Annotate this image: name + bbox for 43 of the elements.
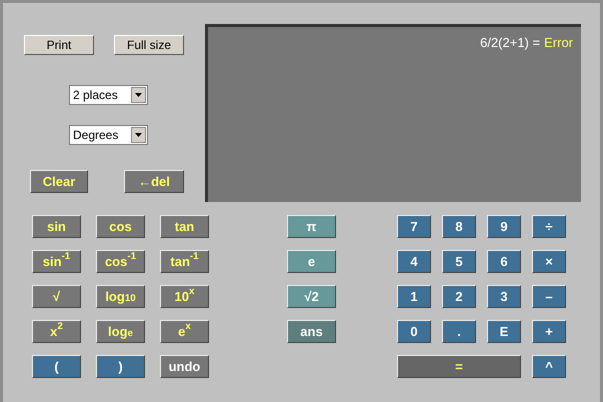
calculator-key[interactable]: ^: [532, 355, 566, 378]
calculator-key[interactable]: cos$^{-1}$: [96, 250, 145, 273]
calculator-key[interactable]: 6: [487, 250, 521, 273]
calculator-key[interactable]: 1: [397, 285, 431, 308]
toolbar-button[interactable]: Print: [24, 35, 94, 55]
result-text: Error: [544, 34, 573, 52]
calculator-key[interactable]: ): [96, 355, 145, 378]
calculator-key[interactable]: undo: [160, 355, 209, 378]
calculator-key[interactable]: tan: [160, 215, 209, 238]
calculator-key[interactable]: sin: [32, 215, 81, 238]
calculator-key[interactable]: .: [442, 320, 476, 343]
calculator-key[interactable]: √: [32, 285, 81, 308]
calculator-key[interactable]: e: [287, 250, 336, 273]
calculator-key[interactable]: 3: [487, 285, 521, 308]
calculator-key[interactable]: π: [287, 215, 336, 238]
calculator-key[interactable]: 2: [442, 285, 476, 308]
calculator-key[interactable]: x$^{2}$: [32, 320, 81, 343]
calculator-key[interactable]: tan$^{-1}$: [160, 250, 209, 273]
calculator-key[interactable]: =: [397, 355, 521, 378]
calculator-key[interactable]: e$^{x}$: [160, 320, 209, 343]
edit-button[interactable]: ←del: [124, 170, 184, 193]
calculator-key[interactable]: –: [532, 285, 566, 308]
calculator-key[interactable]: 7: [397, 215, 431, 238]
dropdown-field[interactable]: 2 places: [69, 85, 148, 105]
calculator-key[interactable]: cos: [96, 215, 145, 238]
calculator-key[interactable]: 10$^{x}$: [160, 285, 209, 308]
edit-button[interactable]: Clear: [30, 170, 88, 193]
calculator-key[interactable]: +: [532, 320, 566, 343]
expression-text: 6/2(2+1) =: [480, 34, 540, 52]
dropdown-field[interactable]: Degrees: [69, 125, 148, 145]
calculator-key[interactable]: √2: [287, 285, 336, 308]
calculator-key[interactable]: E: [487, 320, 521, 343]
calculator-key[interactable]: 8: [442, 215, 476, 238]
calculator-key[interactable]: sin$^{-1}$: [32, 250, 81, 273]
calculator-key[interactable]: ÷: [532, 215, 566, 238]
calculator-key[interactable]: 9: [487, 215, 521, 238]
calculator-key[interactable]: ans: [287, 320, 336, 343]
calculator-key[interactable]: 5: [442, 250, 476, 273]
calculator-key[interactable]: 0: [397, 320, 431, 343]
calculator-key[interactable]: (: [32, 355, 81, 378]
calculator-key[interactable]: 4: [397, 250, 431, 273]
calculator-key[interactable]: ×: [532, 250, 566, 273]
toolbar-button[interactable]: Full size: [114, 35, 184, 55]
